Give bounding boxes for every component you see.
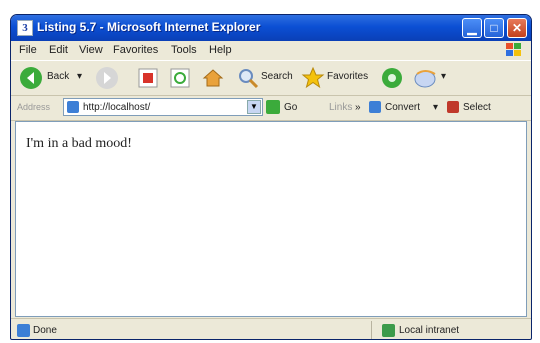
status-bar: Done Local intranet bbox=[11, 318, 531, 339]
windows-flag-icon bbox=[506, 43, 521, 56]
media-icon[interactable] bbox=[381, 67, 403, 89]
title-bar[interactable]: 3 Listing 5.7 - Microsoft Internet Explo… bbox=[11, 15, 531, 41]
status-text: Done bbox=[33, 325, 57, 336]
back-icon[interactable] bbox=[19, 66, 43, 90]
address-input[interactable]: http://localhost/ ▼ bbox=[63, 98, 263, 116]
select-icon[interactable] bbox=[447, 101, 459, 113]
menu-view[interactable]: View bbox=[79, 44, 103, 56]
links-chevron-icon[interactable]: » bbox=[355, 102, 361, 113]
ie-app-icon: 3 bbox=[17, 20, 33, 36]
standard-toolbar: Back ▾ Search Favorites ▾ bbox=[11, 60, 531, 96]
favorites-button-label[interactable]: Favorites bbox=[327, 71, 368, 82]
page-status-icon bbox=[17, 324, 30, 337]
convert-icon[interactable] bbox=[369, 101, 381, 113]
search-icon[interactable] bbox=[237, 67, 259, 89]
menu-tools[interactable]: Tools bbox=[171, 44, 197, 56]
home-icon[interactable] bbox=[201, 66, 225, 90]
menu-bar: File Edit View Favorites Tools Help bbox=[11, 41, 531, 59]
favorites-star-icon[interactable] bbox=[301, 66, 325, 90]
security-zone-text: Local intranet bbox=[399, 325, 460, 336]
page-content: I'm in a bad mood! bbox=[15, 121, 527, 317]
window-title: Listing 5.7 - Microsoft Internet Explore… bbox=[37, 20, 261, 34]
go-button-label[interactable]: Go bbox=[284, 102, 297, 113]
history-dropdown-icon[interactable]: ▾ bbox=[441, 71, 446, 82]
minimize-icon: ▁ bbox=[467, 21, 477, 35]
back-dropdown-icon[interactable]: ▾ bbox=[77, 71, 82, 82]
convert-dropdown-icon[interactable]: ▾ bbox=[433, 102, 438, 113]
select-button-label[interactable]: Select bbox=[463, 102, 491, 113]
status-divider bbox=[371, 321, 372, 339]
search-button-label[interactable]: Search bbox=[261, 71, 293, 82]
address-url[interactable]: http://localhost/ bbox=[83, 102, 150, 113]
forward-icon[interactable] bbox=[95, 66, 119, 90]
history-icon[interactable] bbox=[413, 66, 439, 90]
refresh-icon[interactable] bbox=[169, 67, 191, 89]
go-arrow-icon[interactable] bbox=[266, 100, 280, 114]
address-bar: Address http://localhost/ ▼ Go Links » C… bbox=[11, 95, 531, 121]
address-dropdown-icon[interactable]: ▼ bbox=[247, 100, 261, 114]
menu-edit[interactable]: Edit bbox=[49, 44, 68, 56]
menu-help[interactable]: Help bbox=[209, 44, 232, 56]
address-label: Address bbox=[17, 102, 51, 112]
maximize-button[interactable]: □ bbox=[484, 18, 504, 38]
stop-icon[interactable] bbox=[137, 67, 159, 89]
back-button-label[interactable]: Back bbox=[47, 71, 69, 82]
convert-button-label[interactable]: Convert bbox=[385, 102, 420, 113]
minimize-button[interactable]: ▁ bbox=[462, 18, 482, 38]
intranet-zone-icon bbox=[382, 324, 395, 337]
close-icon: ✕ bbox=[511, 21, 523, 35]
page-icon bbox=[67, 101, 79, 113]
menu-file[interactable]: File bbox=[19, 44, 37, 56]
close-button[interactable]: ✕ bbox=[507, 18, 527, 38]
page-body-text: I'm in a bad mood! bbox=[26, 136, 132, 151]
menu-favorites[interactable]: Favorites bbox=[113, 44, 158, 56]
maximize-icon: □ bbox=[490, 21, 498, 35]
links-label[interactable]: Links bbox=[329, 102, 352, 113]
browser-window: 3 Listing 5.7 - Microsoft Internet Explo… bbox=[10, 14, 532, 340]
